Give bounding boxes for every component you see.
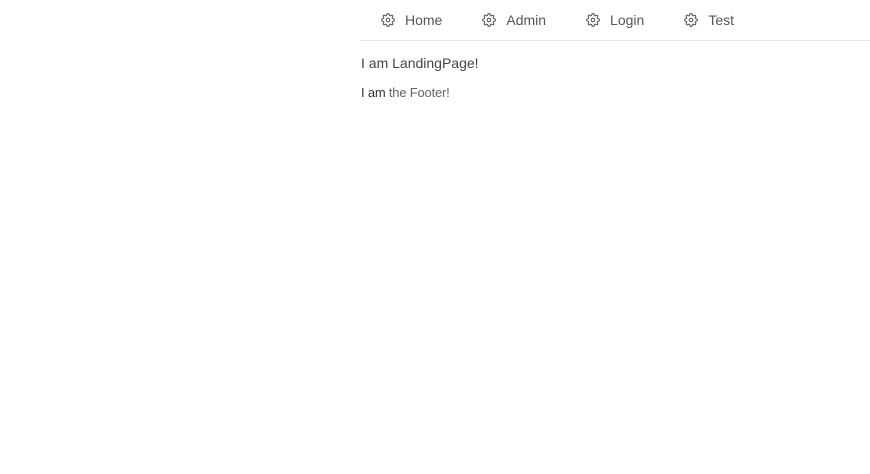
footer-text-suffix: the Footer!	[385, 85, 450, 100]
nav-item-label: Login	[610, 12, 645, 28]
page: Home Admin Login Test I am LandingPage! …	[0, 0, 870, 474]
footer-text-prefix: I am	[361, 85, 386, 100]
nav-item-login[interactable]: Login	[586, 2, 644, 38]
landing-page-text: I am LandingPage!	[361, 55, 479, 71]
footer-text: I am the Footer!	[361, 85, 450, 100]
nav-item-label: Test	[708, 12, 734, 28]
top-nav: Home Admin Login Test	[361, 0, 870, 41]
nav-item-label: Home	[405, 12, 443, 28]
gear-icon	[381, 13, 395, 27]
nav-item-admin[interactable]: Admin	[482, 2, 546, 38]
gear-icon	[684, 13, 699, 27]
gear-icon	[482, 13, 497, 27]
nav-item-label: Admin	[506, 12, 547, 28]
gear-icon	[586, 13, 600, 27]
nav-item-home[interactable]: Home	[381, 2, 442, 38]
nav-item-test[interactable]: Test	[684, 2, 734, 38]
